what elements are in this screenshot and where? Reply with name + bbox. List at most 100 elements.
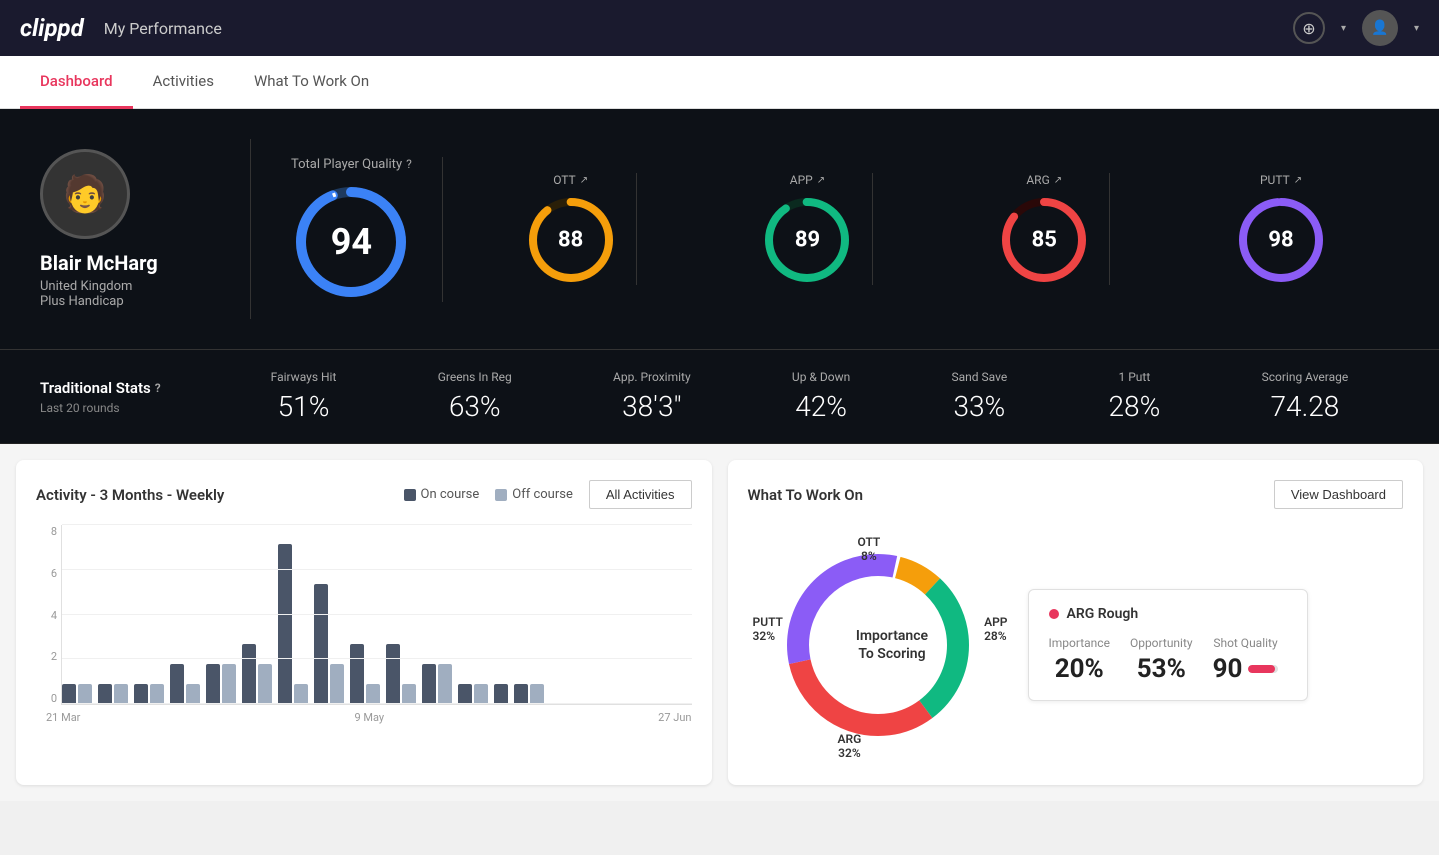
trad-stat-6: Scoring Average 74.28 (1252, 370, 1359, 423)
grid-line-100 (62, 524, 692, 525)
putt-arrow-icon: ↗ (1294, 175, 1302, 186)
quality-card-arg: ARG ↗ 85 (979, 173, 1110, 285)
tab-what-to-work-on[interactable]: What To Work On (234, 56, 389, 109)
ott-label: OTT 8% (858, 535, 881, 563)
x-label-jun: 27 Jun (658, 711, 691, 724)
bar-off-8 (366, 684, 380, 704)
trad-stat-value-6: 74.28 (1262, 390, 1349, 423)
app-donut-label: APP 28% (984, 615, 1007, 643)
bar-on-5 (242, 644, 256, 704)
quality-bar-fill (1248, 665, 1275, 673)
bar-on-7 (314, 584, 328, 704)
work-content: Importance To Scoring OTT 8% APP 28% ARG… (748, 525, 1404, 765)
bar-chart: 0 2 4 6 8 (36, 525, 692, 725)
activity-chart-card: Activity - 3 Months - Weekly On course O… (16, 460, 712, 785)
view-dashboard-button[interactable]: View Dashboard (1274, 480, 1403, 509)
trad-info-icon[interactable]: ? (155, 381, 161, 395)
arg-card-title: ARG Rough (1049, 606, 1287, 622)
bar-on-1 (98, 684, 112, 704)
putt-donut-label: PUTT 32% (753, 615, 783, 643)
user-avatar[interactable]: 👤 (1362, 10, 1398, 46)
bar-off-11 (474, 684, 488, 704)
bar-group-7 (314, 584, 344, 704)
arg-quality-bar: 90 (1213, 654, 1279, 684)
trad-stat-4: Sand Save 33% (942, 370, 1018, 423)
arg-opportunity: Opportunity 53% (1130, 636, 1193, 684)
bar-group-8 (350, 644, 380, 704)
nav-left: clippd My Performance (20, 14, 222, 42)
legend-off-course: Off course (495, 487, 573, 502)
bar-off-3 (186, 684, 200, 704)
what-to-work-on-card: What To Work On View Dashboard Impor (728, 460, 1424, 785)
total-quality-label: Total Player Quality ? (291, 157, 412, 172)
bar-off-10 (438, 664, 452, 704)
player-country: United Kingdom (40, 279, 220, 294)
quality-section: Total Player Quality ? 94 OTT ↗ (281, 157, 1399, 302)
bar-off-6 (294, 684, 308, 704)
chart-header: Activity - 3 Months - Weekly On course O… (36, 480, 692, 509)
trad-stat-value-3: 42% (792, 390, 850, 423)
trad-stat-1: Greens In Reg 63% (428, 370, 522, 423)
total-quality-value: 94 (331, 221, 372, 263)
quality-card-app: APP ↗ 89 (742, 173, 873, 285)
player-avatar: 🧑 (40, 149, 130, 239)
app-ring: 89 (762, 195, 852, 285)
trad-stat-label-3: Up & Down (792, 370, 850, 384)
bar-off-0 (78, 684, 92, 704)
nav-right: ⊕ ▾ 👤 ▾ (1293, 10, 1419, 46)
player-name: Blair McHarg (40, 251, 220, 275)
tab-bar: Dashboard Activities What To Work On (0, 56, 1439, 109)
trad-stat-3: Up & Down 42% (782, 370, 860, 423)
logo: clippd (20, 14, 84, 42)
bar-off-5 (258, 664, 272, 704)
info-icon[interactable]: ? (406, 157, 412, 171)
trad-stats-grid: Fairways Hit 51%Greens In Reg 63%App. Pr… (220, 370, 1399, 423)
bar-off-1 (114, 684, 128, 704)
quality-card-putt: PUTT ↗ 98 (1216, 173, 1346, 285)
bar-on-13 (514, 684, 528, 704)
app-value: 89 (795, 228, 820, 253)
divider (250, 139, 251, 319)
bar-group-9 (386, 644, 416, 704)
bar-group-0 (62, 684, 92, 704)
tab-activities[interactable]: Activities (133, 56, 234, 109)
bar-off-4 (222, 664, 236, 704)
y-axis-8: 8 (51, 525, 57, 538)
arg-label: ARG ↗ (1026, 173, 1062, 187)
off-course-dot (495, 489, 507, 501)
bar-on-4 (206, 664, 220, 704)
bar-on-8 (350, 644, 364, 704)
quality-bar-bg (1248, 665, 1278, 673)
app-label: APP ↗ (790, 173, 825, 187)
bar-on-2 (134, 684, 148, 704)
all-activities-button[interactable]: All Activities (589, 480, 692, 509)
trad-label-section: Traditional Stats ? Last 20 rounds (40, 379, 220, 415)
bottom-section: Activity - 3 Months - Weekly On course O… (0, 444, 1439, 801)
bar-on-0 (62, 684, 76, 704)
putt-label: PUTT ↗ (1260, 173, 1302, 187)
x-axis: 21 Mar 9 May 27 Jun (36, 711, 692, 724)
x-label-mar: 21 Mar (46, 711, 80, 724)
quality-cards: OTT ↗ 88 APP ↗ (453, 173, 1399, 285)
ott-ring: 88 (526, 195, 616, 285)
add-button[interactable]: ⊕ (1293, 12, 1325, 44)
bar-group-3 (170, 664, 200, 704)
bar-group-5 (242, 644, 272, 704)
chart-legend: On course Off course (404, 487, 573, 502)
trad-stat-label-4: Sand Save (952, 370, 1008, 384)
nav-title: My Performance (104, 19, 222, 38)
trad-stat-label-2: App. Proximity (613, 370, 691, 384)
trad-stat-value-5: 28% (1109, 390, 1161, 423)
y-axis-2: 2 (51, 650, 57, 663)
arg-importance: Importance 20% (1049, 636, 1110, 684)
bar-group-11 (458, 684, 488, 704)
arg-value: 85 (1032, 228, 1057, 253)
arg-metrics: Importance 20% Opportunity 53% Shot Qual… (1049, 636, 1287, 684)
grid-line-75 (62, 569, 692, 570)
chart-title: Activity - 3 Months - Weekly (36, 486, 224, 504)
trad-stat-label-5: 1 Putt (1109, 370, 1161, 384)
tab-dashboard[interactable]: Dashboard (20, 56, 133, 109)
bar-group-4 (206, 664, 236, 704)
legend-on-course: On course (404, 487, 480, 502)
bar-chart-area (61, 525, 692, 705)
